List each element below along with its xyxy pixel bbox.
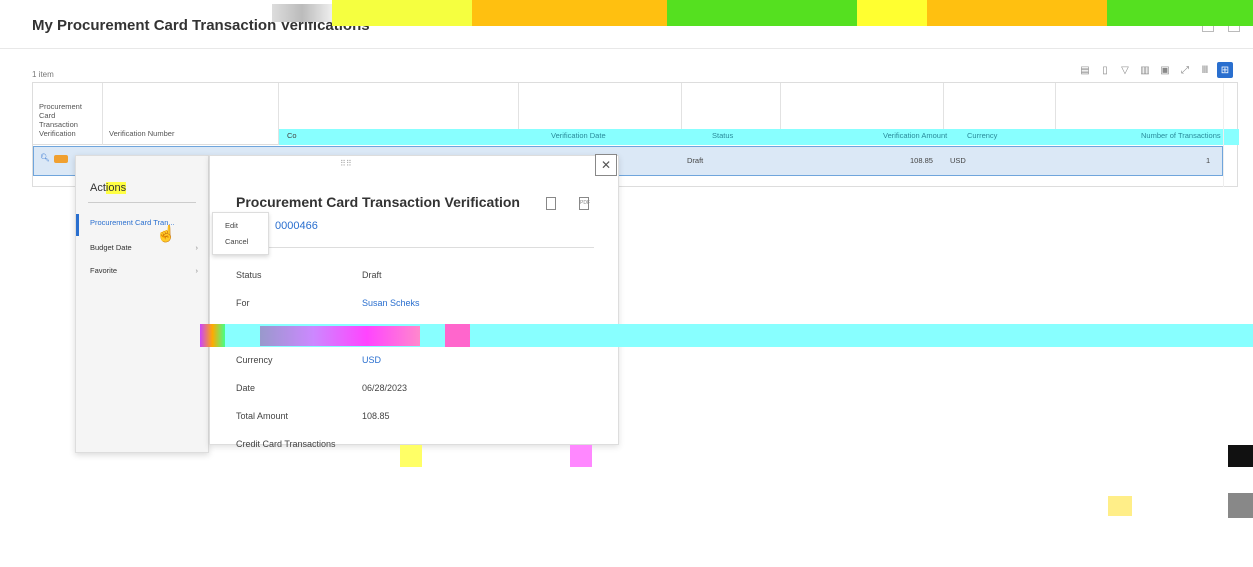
- currency-label: Currency: [236, 355, 273, 365]
- columns-icon[interactable]: ▣: [1157, 62, 1173, 78]
- glitch-artifact: [857, 0, 927, 26]
- actions-menu: Actions Procurement Card Tran... Budget …: [75, 155, 209, 453]
- fullscreen-icon[interactable]: ⤢: [1177, 62, 1193, 78]
- column-label: Currency: [967, 131, 998, 140]
- submenu: Edit Cancel: [212, 212, 269, 255]
- glitch-artifact: [260, 326, 420, 346]
- column-label: Co: [287, 131, 297, 140]
- excel-icon[interactable]: ▤: [1077, 62, 1093, 78]
- glitch-artifact: [445, 324, 470, 347]
- for-value-link[interactable]: Susan Scheks: [362, 298, 420, 308]
- pdf-icon[interactable]: ▯: [1097, 62, 1113, 78]
- glitch-artifact: [570, 445, 592, 467]
- glitch-artifact: [1108, 496, 1132, 516]
- action-item-label: Budget Date: [90, 243, 132, 252]
- cancel-menu-item[interactable]: Cancel: [225, 237, 248, 246]
- chevron-right-icon: ›: [195, 266, 199, 275]
- filter-icon[interactable]: ▽: [1117, 62, 1133, 78]
- related-actions-icon[interactable]: [54, 155, 68, 163]
- detail-panel: ⠿⠿ ✕ Procurement Card Transaction Verifi…: [209, 154, 619, 449]
- glitch-artifact: [332, 0, 472, 26]
- column-label: Verification Amount: [883, 131, 948, 140]
- currency-cell: USD: [950, 156, 966, 165]
- grid-view-icon[interactable]: ⊞: [1217, 62, 1233, 78]
- grid-toolbar: ▤ ▯ ▽ ▥ ▣ ⤢ Ⅲ ⊞: [1077, 62, 1233, 78]
- total-amount-label: Total Amount: [236, 411, 289, 421]
- status-cell: Draft: [687, 156, 704, 165]
- glitch-artifact: [1107, 0, 1253, 26]
- divider: [88, 202, 196, 203]
- chart-icon[interactable]: ▥: [1137, 62, 1153, 78]
- action-item-label: Favorite: [90, 266, 118, 275]
- glitch-artifact: [472, 0, 667, 26]
- detail-id-link[interactable]: 0000466: [275, 220, 318, 232]
- actions-title-highlight: ions: [105, 182, 127, 194]
- action-item-procurement[interactable]: Procurement Card Tran...: [90, 218, 202, 227]
- drag-handle-icon[interactable]: ⠿⠿: [340, 159, 352, 168]
- date-value: 06/28/2023: [362, 383, 408, 393]
- glitch-artifact: [1228, 445, 1253, 467]
- status-value: Draft: [362, 270, 382, 280]
- column-label: Status: [712, 131, 734, 140]
- glitch-artifact: [200, 324, 225, 347]
- hand-cursor-icon: ☝: [156, 226, 176, 243]
- actions-title-prefix: Act: [90, 182, 106, 194]
- list-view-icon[interactable]: Ⅲ: [1197, 62, 1213, 78]
- currency-value-link[interactable]: USD: [362, 355, 381, 365]
- action-item-favorite[interactable]: Favorite ›: [90, 266, 202, 275]
- edit-menu-item[interactable]: Edit: [225, 221, 238, 230]
- date-label: Date: [236, 383, 256, 393]
- pdf-icon[interactable]: PDF: [579, 197, 590, 210]
- total-amount-value: 108.85: [362, 411, 390, 421]
- status-label: Status: [236, 270, 262, 280]
- scrollbar[interactable]: [1223, 83, 1237, 187]
- glitch-artifact: [927, 0, 1107, 26]
- header-divider: [0, 48, 1253, 49]
- transactions-cell: 1: [1206, 156, 1211, 165]
- glitch-artifact: [1228, 493, 1253, 518]
- magnifier-icon[interactable]: 🔍︎: [40, 153, 50, 162]
- glitch-artifact: [400, 445, 422, 467]
- detail-title: Procurement Card Transaction Verificatio…: [236, 194, 520, 210]
- divider: [236, 247, 594, 248]
- glitch-artifact: [667, 0, 857, 26]
- action-item-budget-date[interactable]: Budget Date ›: [90, 243, 202, 252]
- column-label: Number of Transactions: [1141, 131, 1221, 140]
- chevron-right-icon: ›: [195, 243, 199, 252]
- selection-indicator: [76, 214, 79, 236]
- column-header[interactable]: Verification Number: [103, 83, 279, 145]
- close-button[interactable]: ✕: [595, 154, 617, 176]
- for-label: For: [236, 298, 250, 308]
- credit-card-transactions-label: Credit Card Transactions: [236, 439, 336, 449]
- glitch-artifact: [272, 4, 332, 22]
- actions-title: Actions: [90, 182, 127, 194]
- column-label: Verification Date: [551, 131, 606, 140]
- glitch-artifact: [279, 129, 1239, 145]
- excel-icon[interactable]: [546, 197, 556, 210]
- item-count: 1 item: [32, 70, 54, 79]
- column-header[interactable]: Procurement Card Transaction Verificatio…: [33, 83, 103, 145]
- amount-cell: 108.85: [910, 156, 933, 165]
